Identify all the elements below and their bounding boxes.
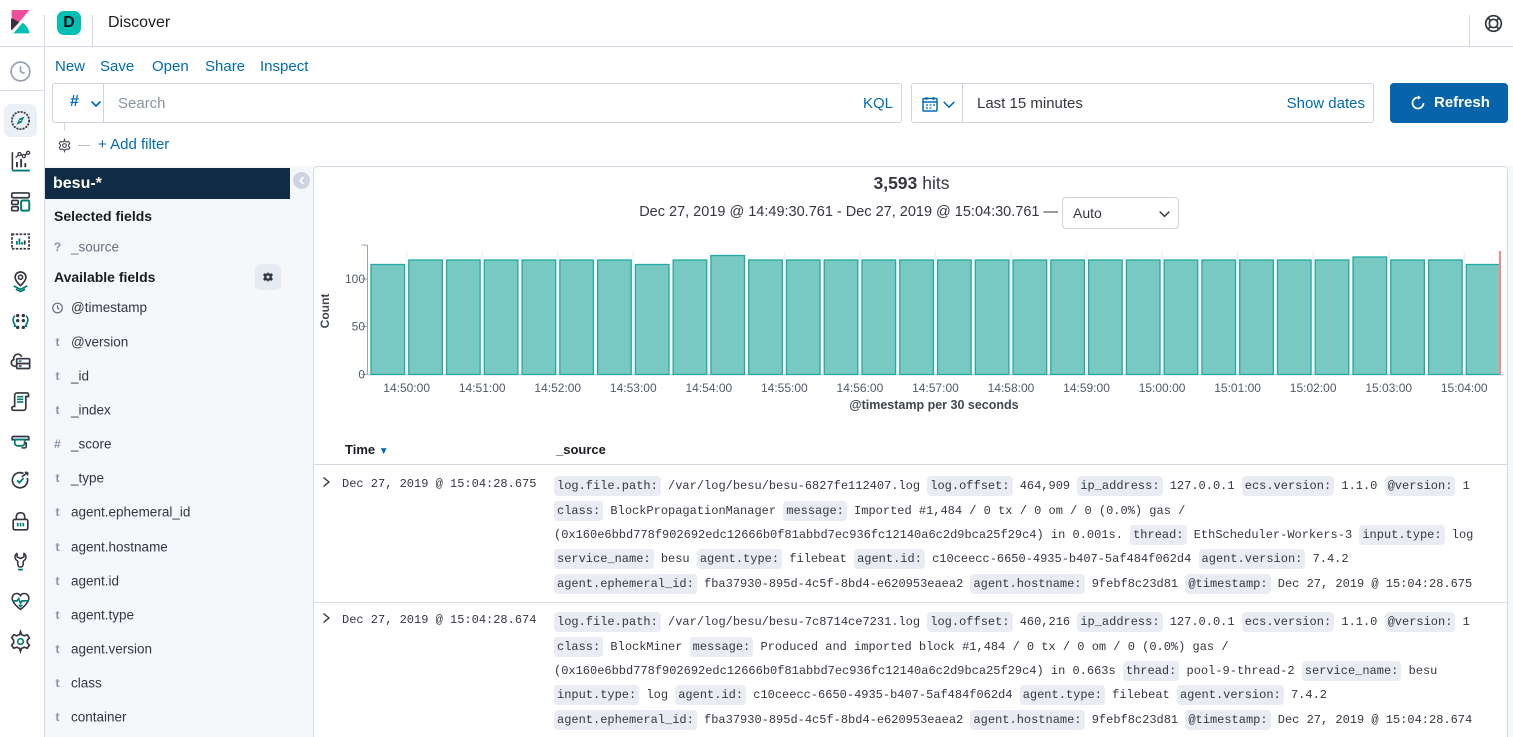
svg-text:14:50:00: 14:50:00 xyxy=(383,381,430,395)
svg-text:Count: Count xyxy=(318,294,332,329)
svg-text:50: 50 xyxy=(352,320,366,334)
svg-text:14:53:00: 14:53:00 xyxy=(610,381,657,395)
svg-text:14:51:00: 14:51:00 xyxy=(459,381,506,395)
svg-text:15:01:00: 15:01:00 xyxy=(1214,381,1261,395)
svg-text:0: 0 xyxy=(358,368,365,382)
svg-text:15:02:00: 15:02:00 xyxy=(1290,381,1337,395)
svg-text:14:58:00: 14:58:00 xyxy=(988,381,1035,395)
svg-text:@timestamp per 30 seconds: @timestamp per 30 seconds xyxy=(849,398,1018,412)
svg-text:15:04:00: 15:04:00 xyxy=(1441,381,1488,395)
svg-text:14:52:00: 14:52:00 xyxy=(534,381,581,395)
svg-text:14:57:00: 14:57:00 xyxy=(912,381,959,395)
svg-text:14:56:00: 14:56:00 xyxy=(837,381,884,395)
svg-text:100: 100 xyxy=(345,272,365,286)
svg-text:14:59:00: 14:59:00 xyxy=(1063,381,1110,395)
svg-text:14:55:00: 14:55:00 xyxy=(761,381,808,395)
svg-text:14:54:00: 14:54:00 xyxy=(685,381,732,395)
svg-text:15:03:00: 15:03:00 xyxy=(1365,381,1412,395)
svg-text:15:00:00: 15:00:00 xyxy=(1139,381,1186,395)
